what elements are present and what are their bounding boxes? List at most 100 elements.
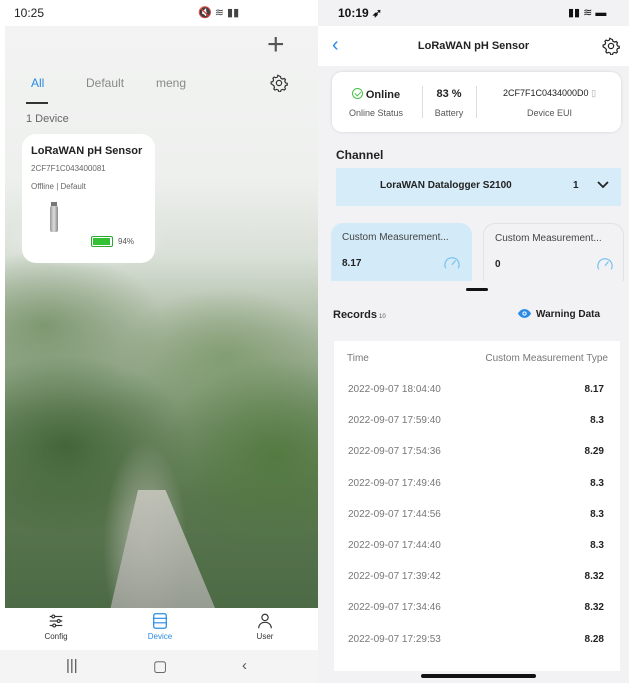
records-table: Time Custom Measurement Type 2022-09-07 …	[334, 341, 620, 671]
measurement-title: Custom Measurement...	[342, 232, 449, 243]
location-icon: ➶	[372, 6, 383, 20]
channel-selector[interactable]: LoraWAN Datalogger S2100 1	[336, 168, 621, 206]
table-row: 2022-09-07 17:39:42 8.32	[334, 563, 620, 594]
online-status-text: Online	[365, 89, 401, 101]
measurement-value: 0	[495, 259, 501, 270]
eye-icon	[517, 309, 532, 318]
battery-fill	[93, 238, 110, 245]
device-eui: 2CF7F1C0434000D0 ▯ Device EUI	[478, 72, 621, 132]
nav-config-label: Config	[44, 632, 68, 641]
warning-data-label: Warning Data	[536, 309, 601, 320]
record-time: 2022-09-07 17:29:53	[348, 633, 441, 645]
battery-status: 83 % Battery	[424, 72, 474, 132]
record-time: 2022-09-07 17:59:40	[348, 415, 441, 427]
device-eui-text: 2CF7F1C0434000D0	[502, 88, 589, 98]
warning-data-toggle[interactable]: Warning Data	[517, 308, 600, 320]
record-time: 2022-09-07 17:39:42	[348, 571, 441, 583]
copy-icon[interactable]: ▯	[591, 88, 596, 98]
detail-header: ‹ LoRaWAN pH Sensor	[318, 26, 629, 66]
device-eui-value: 2CF7F1C0434000D0 ▯	[478, 88, 621, 99]
page-title: LoRaWAN pH Sensor	[417, 40, 530, 52]
nav-device-label: Device	[147, 632, 173, 641]
status-bar-icons: 🔇 ≋ ▮▮	[198, 7, 240, 19]
settings-gear-icon[interactable]	[270, 74, 288, 92]
column-header-type: Custom Measurement Type	[485, 353, 608, 364]
table-row: 2022-09-07 17:44:56 8.3	[334, 501, 620, 532]
system-nav-bar: ||| ▢ ‹	[0, 650, 318, 683]
tab-default[interactable]: Default	[86, 76, 124, 90]
home-icon[interactable]: ▢	[153, 657, 167, 675]
record-value: 8.17	[584, 384, 604, 395]
device-eui-label: Device EUI	[526, 108, 572, 118]
record-value: 8.3	[590, 477, 604, 489]
record-value: 8.3	[590, 415, 604, 427]
status-bar-icons: ▮▮ ≋ ▬	[568, 7, 607, 19]
settings-gear-icon[interactable]	[602, 37, 620, 55]
chevron-down-icon	[597, 181, 609, 189]
measurement-title: Custom Measurement...	[495, 233, 602, 244]
channel-number: 1	[573, 180, 579, 191]
record-time: 2022-09-07 17:49:46	[348, 477, 441, 489]
status-bar-time: 10:25	[14, 6, 45, 20]
records-title-text: Records	[333, 309, 378, 321]
user-icon	[258, 613, 272, 629]
record-value: 8.32	[584, 602, 604, 614]
column-header-time: Time	[347, 353, 369, 364]
nav-user[interactable]: User	[235, 612, 295, 641]
online-status: Online Online Status	[332, 72, 420, 132]
device-name: LoRaWAN pH Sensor	[31, 145, 143, 157]
record-time: 2022-09-07 17:34:46	[348, 602, 441, 614]
records-title: Records 10	[333, 309, 386, 321]
tab-meng[interactable]: meng	[156, 76, 186, 90]
battery-percent: 94%	[118, 237, 135, 246]
table-row: 2022-09-07 18:04:40 8.17	[334, 376, 620, 407]
table-row: 2022-09-07 17:59:40 8.3	[334, 407, 620, 438]
table-row: 2022-09-07 17:44:40 8.3	[334, 532, 620, 563]
measurement-value: 8.17	[342, 258, 362, 269]
records-count: 10	[379, 314, 386, 320]
device-card[interactable]: LoRaWAN pH Sensor 2CF7F1C043400081 Offli…	[22, 134, 155, 263]
record-value: 8.32	[584, 571, 604, 583]
channel-name: LoraWAN Datalogger S2100	[380, 180, 512, 191]
record-value: 8.3	[590, 540, 604, 551]
drag-handle[interactable]	[466, 288, 488, 291]
battery-value: 83 %	[436, 88, 462, 100]
check-circle-icon	[351, 88, 363, 99]
sliders-icon	[49, 614, 63, 628]
record-time: 2022-09-07 17:44:40	[348, 540, 441, 551]
status-time: 10:19	[338, 6, 369, 20]
device-detail-screen: 10:19 ➶ ▮▮ ≋ ▬ ‹ LoRaWAN pH Sensor Onlin…	[318, 0, 629, 683]
device-count: 1 Device	[26, 113, 69, 125]
tab-active-indicator	[26, 102, 48, 104]
record-value: 8.29	[584, 446, 604, 458]
status-bar-time: 10:19 ➶	[338, 6, 382, 20]
device-info-card: Online Online Status 83 % Battery 2CF7F1…	[332, 72, 621, 132]
divider	[476, 86, 477, 118]
records-panel: Records 10 Warning Data Time Custom Measu…	[318, 295, 629, 683]
back-icon[interactable]: ‹	[242, 657, 247, 674]
device-status: Offline | Default	[31, 182, 86, 191]
table-row: 2022-09-07 17:29:53 8.28	[334, 626, 620, 657]
table-row: 2022-09-07 17:34:46 8.32	[334, 594, 620, 625]
nav-config[interactable]: Config	[26, 612, 86, 641]
device-list-icon	[153, 613, 167, 629]
battery-icon	[91, 236, 113, 247]
table-row: 2022-09-07 17:49:46 8.3	[334, 470, 620, 501]
online-status-value: Online	[332, 88, 420, 101]
bottom-nav: Config Device User	[0, 608, 318, 650]
measurement-card[interactable]: Custom Measurement... 8.17	[331, 223, 472, 281]
recent-apps-icon[interactable]: |||	[66, 657, 78, 674]
record-time: 2022-09-07 17:54:36	[348, 446, 441, 458]
add-device-icon[interactable]: +	[267, 30, 285, 60]
record-time: 2022-09-07 18:04:40	[348, 384, 441, 395]
channel-heading: Channel	[336, 148, 384, 162]
nav-user-label: User	[256, 632, 274, 641]
measurement-card[interactable]: Custom Measurement... 0	[483, 223, 624, 281]
gauge-icon	[597, 258, 613, 270]
battery-label: Battery	[434, 108, 464, 118]
tab-all[interactable]: All	[31, 76, 44, 90]
divider	[422, 86, 423, 118]
nav-device[interactable]: Device	[130, 612, 190, 641]
home-indicator	[421, 674, 536, 678]
record-value: 8.28	[584, 633, 604, 645]
